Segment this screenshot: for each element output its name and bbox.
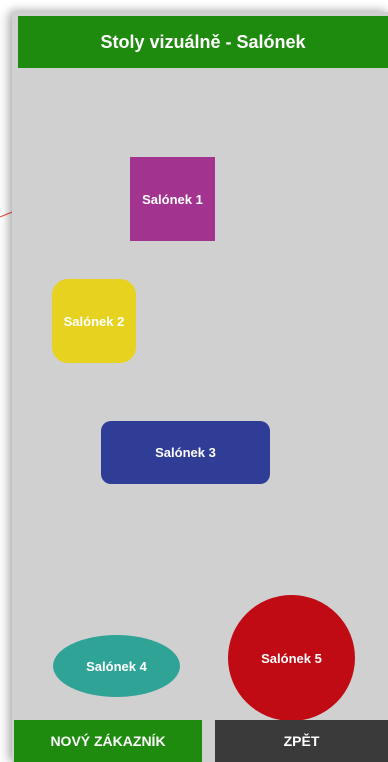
table-salonek-2[interactable]: Salónek 2 [52, 279, 136, 363]
table-salonek-1[interactable]: Salónek 1 [130, 157, 215, 241]
back-button[interactable]: ZPĚT [215, 720, 388, 762]
table-salonek-3[interactable]: Salónek 3 [101, 421, 270, 484]
page-title: Stoly vizuálně - Salónek [18, 16, 388, 68]
app-screen: Stoly vizuálně - Salónek Salónek 1 Salón… [12, 12, 388, 762]
new-customer-button[interactable]: NOVÝ ZÁKAZNÍK [14, 720, 202, 762]
table-salonek-5[interactable]: Salónek 5 [228, 595, 355, 721]
table-layout-canvas: Salónek 1 Salónek 2 Salónek 3 Salónek 4 … [18, 68, 388, 721]
table-salonek-4[interactable]: Salónek 4 [53, 635, 180, 697]
